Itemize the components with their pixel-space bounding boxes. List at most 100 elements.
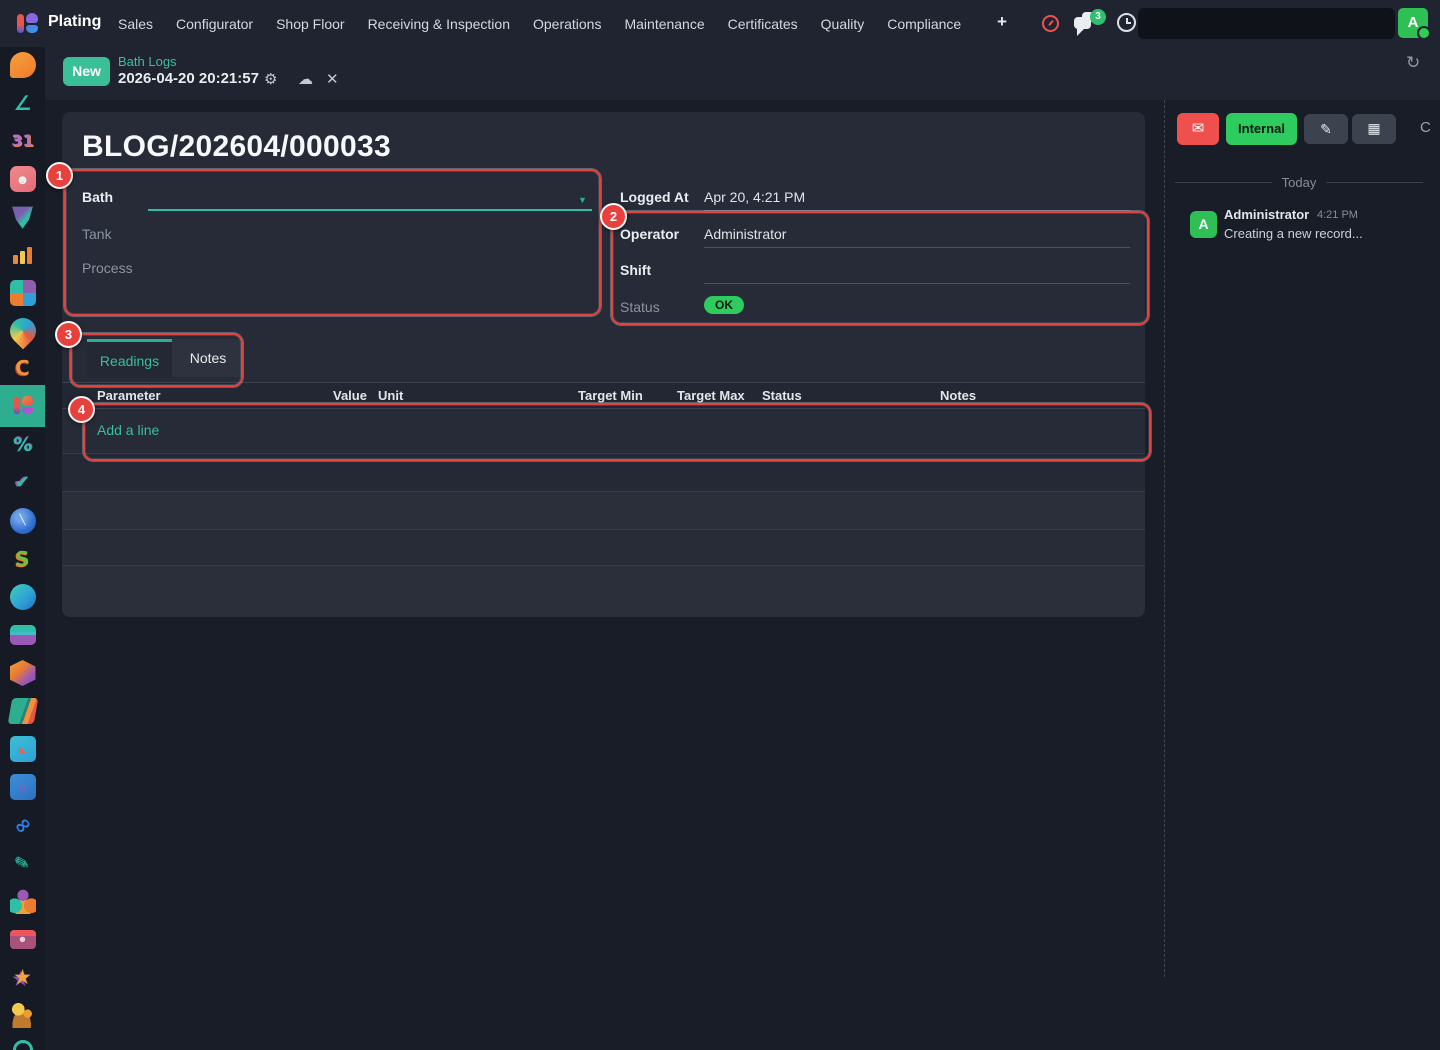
col-unit[interactable]: Unit bbox=[378, 388, 403, 403]
apps-grid-icon[interactable] bbox=[0, 274, 45, 312]
status-label: Status bbox=[620, 299, 660, 315]
payroll-icon[interactable] bbox=[0, 996, 45, 1034]
c-brand-icon[interactable]: C bbox=[0, 349, 45, 387]
s-brand-icon[interactable]: S bbox=[0, 540, 45, 578]
refresh-icon[interactable]: ↻ bbox=[1406, 53, 1420, 73]
calendar-31-icon[interactable]: 31 bbox=[0, 122, 45, 160]
form-sheet: BLOG/202604/000033 Bath ▼ Tank Process L… bbox=[62, 112, 1145, 617]
col-status[interactable]: Status bbox=[762, 388, 802, 403]
empty-row bbox=[62, 565, 1145, 617]
breadcrumb-model-link[interactable]: Bath Logs bbox=[118, 54, 177, 69]
today-label: Today bbox=[1282, 175, 1317, 190]
header: Plating Sales Configurator Shop Floor Re… bbox=[0, 0, 1440, 100]
readings-table-header: Parameter Value Unit Target Min Target M… bbox=[62, 382, 1145, 409]
add-a-line-link[interactable]: Add a line bbox=[97, 422, 159, 438]
inventory-box-icon[interactable] bbox=[0, 654, 45, 692]
message-time: 4:21 PM bbox=[1317, 209, 1358, 221]
discard-icon[interactable]: ✕ bbox=[326, 70, 339, 88]
col-parameter[interactable]: Parameter bbox=[97, 388, 161, 403]
shift-input[interactable] bbox=[704, 263, 1130, 284]
timer-icon[interactable]: ╲ bbox=[0, 502, 45, 540]
bath-label: Bath bbox=[82, 189, 113, 205]
calendar-icon: ▦ bbox=[1367, 120, 1380, 136]
edit-icon: ✎ bbox=[1320, 121, 1332, 137]
operator-label: Operator bbox=[620, 226, 679, 242]
map-pin-icon[interactable] bbox=[0, 312, 45, 350]
send-message-button[interactable]: ✉ bbox=[1177, 113, 1219, 145]
menu-configurator[interactable]: Configurator bbox=[176, 16, 253, 32]
quality-check-icon[interactable]: ○ bbox=[0, 768, 45, 806]
col-notes[interactable]: Notes bbox=[940, 388, 976, 403]
col-value[interactable]: Value bbox=[333, 388, 367, 403]
app-name[interactable]: Plating bbox=[48, 13, 101, 31]
app-logo-icon[interactable] bbox=[13, 10, 41, 38]
bath-input[interactable] bbox=[148, 190, 592, 211]
table-row: Add a line bbox=[62, 409, 1145, 454]
col-target-max[interactable]: Target Max bbox=[677, 388, 745, 403]
activities-alarm-icon[interactable] bbox=[1042, 15, 1059, 32]
message-body: Creating a new record... bbox=[1224, 226, 1363, 241]
sphere-icon[interactable] bbox=[0, 578, 45, 616]
tank-label: Tank bbox=[82, 226, 112, 242]
chevron-down-icon[interactable]: ▼ bbox=[578, 195, 587, 205]
messages-icon[interactable] bbox=[1074, 17, 1091, 29]
employees-icon[interactable] bbox=[0, 882, 45, 920]
todo-check-icon[interactable]: ✔ bbox=[0, 464, 45, 502]
shift-label: Shift bbox=[620, 262, 651, 278]
tab-readings[interactable]: Readings bbox=[87, 339, 172, 377]
breadcrumb-record-name: 2026-04-20 20:21:57 bbox=[118, 70, 259, 87]
logged-at-input[interactable] bbox=[704, 190, 1130, 211]
plating-app-icon[interactable] bbox=[0, 385, 45, 427]
annotation-badge-1: 1 bbox=[46, 162, 73, 189]
annotation-badge-2: 2 bbox=[600, 203, 627, 230]
gear-icon[interactable]: ⚙ bbox=[264, 70, 277, 88]
record-title: BLOG/202604/000033 bbox=[82, 130, 391, 164]
follower-icon[interactable]: C bbox=[1420, 119, 1431, 136]
analytics-icon[interactable] bbox=[0, 236, 45, 274]
menu-receiving-inspection[interactable]: Receiving & Inspection bbox=[368, 16, 510, 32]
empty-row bbox=[62, 491, 1145, 529]
search-input[interactable] bbox=[1138, 8, 1395, 39]
menu-quality[interactable]: Quality bbox=[821, 16, 865, 32]
tab-notes[interactable]: Notes bbox=[172, 339, 244, 377]
logged-at-label: Logged At bbox=[620, 189, 689, 205]
knowledge-icon[interactable] bbox=[0, 692, 45, 730]
subscription-card-icon[interactable] bbox=[0, 616, 45, 654]
page: Plating Sales Configurator Shop Floor Re… bbox=[0, 0, 1440, 1050]
star-icon[interactable]: ★ bbox=[0, 958, 45, 996]
chatter-divider bbox=[1164, 100, 1165, 977]
annotation-badge-3: 3 bbox=[55, 321, 82, 348]
contacts-icon[interactable]: ☻ bbox=[0, 160, 45, 198]
log-internal-note-button[interactable]: Internal bbox=[1226, 113, 1297, 145]
annotation-badge-4: 4 bbox=[68, 396, 95, 423]
menu-sales[interactable]: Sales bbox=[118, 16, 153, 32]
process-label: Process bbox=[82, 260, 133, 276]
schedule-activity-button[interactable]: ▦ bbox=[1352, 114, 1396, 144]
percent-icon[interactable]: % bbox=[0, 426, 45, 464]
sign-icon[interactable]: ✎ bbox=[0, 844, 45, 882]
discuss-icon[interactable] bbox=[0, 46, 45, 84]
app-sidebar: ∠31☻C%✔╲S◣○∞✎☻★ bbox=[0, 47, 45, 1050]
operator-input[interactable] bbox=[704, 227, 1130, 248]
online-status-dot bbox=[1417, 26, 1431, 40]
sign-angle-icon[interactable]: ∠ bbox=[0, 84, 45, 122]
badge-id-icon[interactable]: ☻ bbox=[0, 920, 45, 958]
save-cloud-icon[interactable]: ☁ bbox=[298, 70, 313, 88]
presentation-icon[interactable]: ◣ bbox=[0, 730, 45, 768]
activity-edit-button[interactable]: ✎ bbox=[1304, 114, 1348, 144]
messages-count-badge: 3 bbox=[1090, 9, 1106, 25]
plus-icon[interactable]: + bbox=[997, 12, 1007, 32]
menu-maintenance[interactable]: Maintenance bbox=[624, 16, 704, 32]
empty-row bbox=[62, 529, 1145, 565]
status-badge: OK bbox=[704, 296, 744, 314]
menu-compliance[interactable]: Compliance bbox=[887, 16, 961, 32]
recent-history-icon[interactable] bbox=[1117, 13, 1136, 32]
menu-certificates[interactable]: Certificates bbox=[728, 16, 798, 32]
crm-icon[interactable] bbox=[0, 198, 45, 236]
menu-shop-floor[interactable]: Shop Floor bbox=[276, 16, 344, 32]
col-target-min[interactable]: Target Min bbox=[578, 388, 643, 403]
bottom-app-icon[interactable] bbox=[0, 1031, 45, 1050]
links-icon[interactable]: ∞ bbox=[0, 806, 45, 844]
menu-operations[interactable]: Operations bbox=[533, 16, 601, 32]
new-record-badge: New bbox=[63, 57, 110, 86]
